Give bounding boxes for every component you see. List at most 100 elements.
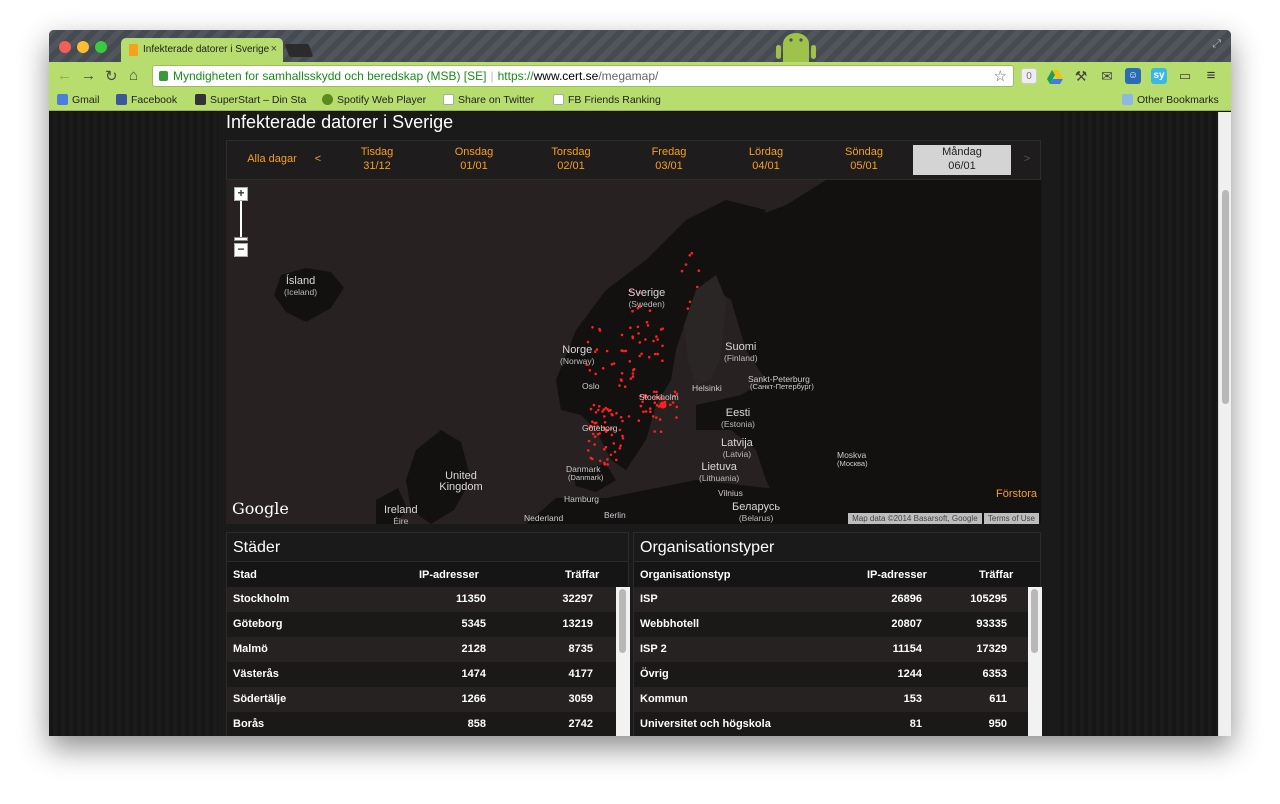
zoom-slider-handle[interactable]	[234, 237, 248, 241]
table-row[interactable]: Södertälje 1266 3059	[227, 687, 616, 712]
bookmark-star-icon[interactable]: ☆	[994, 67, 1007, 85]
infection-dot	[603, 463, 607, 466]
infection-dot	[613, 450, 617, 454]
infection-dot	[629, 326, 632, 329]
tools-icon[interactable]: ⚒	[1073, 68, 1089, 84]
infection-dot	[589, 407, 593, 411]
day-date: 01/01	[460, 160, 488, 172]
day-sunday[interactable]: Söndag 05/01	[815, 145, 913, 175]
bookmark-superstart[interactable]: SuperStart – Din Sta	[195, 94, 306, 106]
cell-hits: 105295	[970, 593, 1007, 605]
country-name: Latvija	[721, 437, 753, 449]
col-header-ip[interactable]: IP-adresser	[419, 569, 479, 581]
day-thursday[interactable]: Torsdag 02/01	[522, 145, 620, 175]
drive-icon[interactable]	[1047, 68, 1063, 84]
day-tuesday[interactable]: Tisdag 31/12	[328, 145, 426, 175]
page-scrollbar-thumb[interactable]	[1222, 190, 1229, 404]
infection-dot	[609, 453, 613, 457]
col-header-ip[interactable]: IP-adresser	[867, 569, 927, 581]
table-row[interactable]: ISP 2 11154 17329	[634, 637, 1028, 662]
terms-of-use-link[interactable]: Terms of Use	[983, 513, 1039, 524]
bookmark-share-twitter[interactable]: Share on Twitter	[443, 94, 534, 106]
tab-active[interactable]: Infekterade datorer i Sverige ×	[121, 38, 283, 62]
maximize-window-button[interactable]	[95, 41, 107, 53]
infection-dot	[610, 433, 614, 437]
table-row[interactable]: Övrig 1244 6353	[634, 662, 1028, 687]
infection-dot	[696, 285, 699, 289]
table-row[interactable]: Göteborg 5345 13219	[227, 612, 616, 637]
infection-dot	[602, 408, 606, 411]
address-bar[interactable]: Myndigheten for samhallsskydd och bereds…	[152, 65, 1014, 87]
bookmark-facebook[interactable]: Facebook	[116, 94, 177, 106]
infection-dot	[684, 263, 688, 266]
prev-day-button[interactable]: <	[311, 152, 325, 182]
col-header-city[interactable]: Stad	[233, 569, 257, 581]
new-tab-button[interactable]	[284, 44, 314, 57]
all-days-link[interactable]: Alla dagar	[231, 152, 313, 182]
zoom-out-button[interactable]: −	[234, 243, 248, 257]
back-icon[interactable]: ←	[57, 67, 72, 84]
next-day-button[interactable]: >	[1019, 152, 1035, 182]
bookmark-spotify[interactable]: Spotify Web Player	[322, 94, 426, 106]
home-icon[interactable]: ⌂	[129, 67, 138, 84]
infection-dot	[669, 403, 672, 407]
col-header-org-type[interactable]: Organisationstyp	[640, 569, 730, 581]
cell-ip: 1244	[897, 668, 922, 680]
table-row[interactable]: Kommun 153 611	[634, 687, 1028, 712]
mail-icon[interactable]: ✉	[1099, 68, 1115, 84]
infection-dot	[661, 327, 664, 330]
address-separator: |	[490, 69, 494, 83]
forward-icon[interactable]: →	[81, 67, 96, 84]
other-bookmarks[interactable]: Other Bookmarks	[1122, 94, 1219, 106]
day-name: Torsdag	[551, 146, 591, 158]
sync-extension-icon[interactable]: sy	[1151, 68, 1167, 84]
col-header-hits[interactable]: Träffar	[979, 569, 1013, 581]
cities-scrollbar[interactable]	[616, 587, 630, 736]
infection-dot	[604, 445, 608, 449]
extension-counter-icon[interactable]: 0	[1021, 68, 1037, 84]
day-saturday[interactable]: Lördag 04/01	[717, 145, 815, 175]
table-row[interactable]: Stockholm 11350 32297	[227, 587, 616, 612]
infection-dot	[621, 437, 625, 440]
zoom-in-button[interactable]: +	[234, 187, 248, 201]
table-row[interactable]: Malmö 2128 8735	[227, 637, 616, 662]
minimize-window-button[interactable]	[77, 41, 89, 53]
fullscreen-icon[interactable]: ⤢	[1212, 38, 1221, 51]
city-label: Stockholm	[639, 392, 679, 402]
cell-city: Göteborg	[233, 618, 283, 630]
bookmark-fb-friends[interactable]: FB Friends Ranking	[553, 94, 661, 106]
table-row[interactable]: Webbhotell 20807 93335	[634, 612, 1028, 637]
infection-map[interactable]: + − Ísland (Iceland) Sverige (Sweden) Norg…	[226, 180, 1041, 524]
infection-dot	[651, 415, 655, 418]
tab-close-icon[interactable]: ×	[271, 43, 277, 55]
table-row[interactable]: Borås 858 2742	[227, 712, 616, 736]
cities-scrollbar-thumb[interactable]	[619, 589, 626, 653]
enlarge-map-link[interactable]: Förstora	[996, 488, 1037, 500]
cell-org-type: Webbhotell	[640, 618, 700, 630]
org-scrollbar[interactable]	[1028, 587, 1042, 736]
page-scrollbar[interactable]	[1218, 112, 1231, 736]
country-sub: (Norway)	[560, 356, 595, 366]
table-row[interactable]: ISP 26896 105295	[634, 587, 1028, 612]
day-wednesday[interactable]: Onsdag 01/01	[425, 145, 523, 175]
profile-icon[interactable]: ☺	[1125, 68, 1141, 84]
country-name: Sverige	[628, 287, 666, 299]
reload-icon[interactable]: ↻	[105, 67, 118, 85]
bookmark-label: FB Friends Ranking	[568, 94, 661, 106]
menu-icon[interactable]: ≡	[1203, 68, 1219, 84]
table-row[interactable]: Västerås 1474 4177	[227, 662, 616, 687]
bookmark-label: Share on Twitter	[458, 94, 535, 106]
close-window-button[interactable]	[59, 41, 71, 53]
table-row[interactable]: Universitet och högskola 81 950	[634, 712, 1028, 736]
google-logo: Google	[232, 499, 289, 518]
day-monday[interactable]: Måndag 06/01	[913, 145, 1011, 175]
org-scrollbar-thumb[interactable]	[1031, 589, 1038, 653]
bookmark-gmail[interactable]: Gmail	[57, 94, 99, 106]
cell-ip: 2128	[461, 643, 486, 655]
cast-icon[interactable]: ▭	[1177, 68, 1193, 84]
city-label: Berlin	[604, 510, 626, 520]
country-sub: (Latvia)	[722, 449, 752, 459]
zoom-slider-track[interactable]	[240, 201, 242, 237]
day-friday[interactable]: Fredag 03/01	[620, 145, 718, 175]
col-header-hits[interactable]: Träffar	[565, 569, 599, 581]
